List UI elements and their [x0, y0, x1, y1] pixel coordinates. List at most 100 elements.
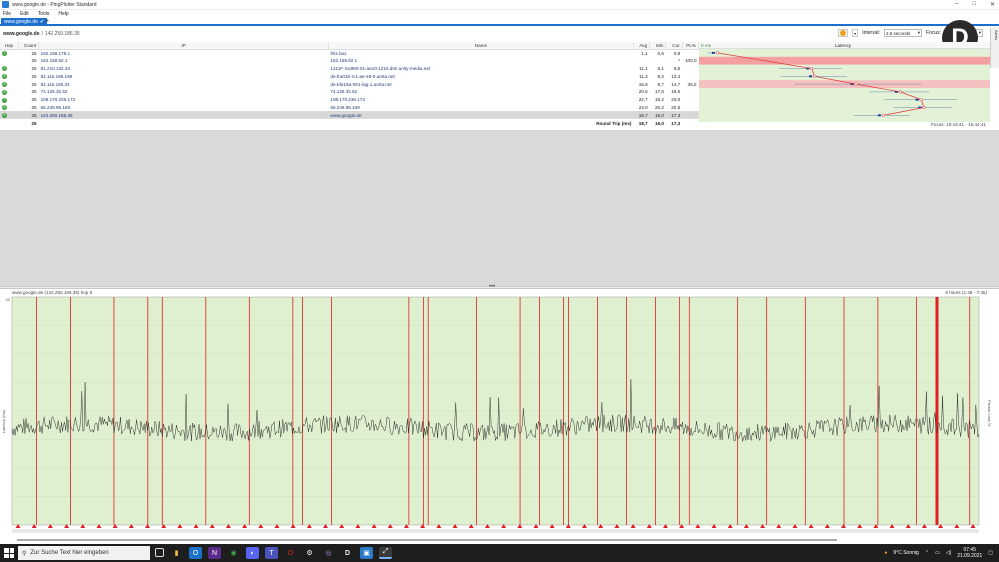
min-cell-text: 19,2: [654, 97, 664, 103]
folder-icon[interactable]: ▮: [170, 547, 183, 559]
cur-cell-text: *: [678, 58, 681, 64]
minimize-button[interactable]: –: [955, 1, 958, 8]
packet-loss-line: [916, 297, 917, 525]
col-hop[interactable]: Hop: [0, 42, 19, 50]
clock-date: 21.09.2021: [957, 553, 983, 559]
col-count[interactable]: Count: [18, 42, 40, 50]
table-row[interactable]: 9 25 142.250.186.35 www.google.de 18,7 16,0 17…: [0, 111, 699, 120]
app-d-icon[interactable]: D: [341, 547, 354, 559]
task-view-icon[interactable]: [155, 548, 164, 557]
packet-loss-line: [688, 297, 690, 525]
count-cell-text: 25: [31, 58, 37, 64]
opera-icon[interactable]: O: [284, 547, 297, 559]
taskbar-search[interactable]: ⚲ Zur Suche Text hier eingeben: [18, 546, 150, 560]
packet-loss-line: [519, 297, 521, 525]
chrome-icon[interactable]: ◉: [227, 547, 240, 559]
pause-button[interactable]: [838, 29, 849, 37]
ip-cell: 142.250.186.35: [38, 111, 329, 120]
cur-cell: 13,4: [666, 72, 682, 80]
table-row[interactable]: 4 25 84.116.196.198 de-fra01b-rc1-ae-45-0.a…: [0, 72, 699, 80]
discord-icon[interactable]: ◐: [246, 547, 259, 559]
menu-tools[interactable]: Tools: [38, 11, 50, 17]
cur-cell: 9,5: [666, 65, 682, 73]
latency-avg-marker: [809, 75, 813, 78]
table-row[interactable]: 7 25 108.170.236.173 108.170.236.173 22,7 19,…: [0, 96, 699, 104]
col-avg[interactable]: Avg: [633, 42, 651, 50]
pingplotter-app-icon: [2, 1, 9, 8]
interval-select[interactable]: 2.5 seconds ▾: [883, 29, 922, 37]
clock[interactable]: 07:45 21.09.2021: [957, 547, 982, 559]
col-name[interactable]: Name: [328, 42, 634, 50]
ip-cell-text: 84.116.196.198: [40, 73, 73, 79]
close-button[interactable]: ✕: [990, 1, 995, 8]
pingplotter-taskbar-icon[interactable]: ⤢: [379, 547, 392, 559]
volume-icon[interactable]: ◁): [946, 550, 952, 556]
maximize-button[interactable]: □: [972, 1, 976, 8]
tray-chevron-icon[interactable]: ⌃: [925, 550, 929, 556]
latency-header: 0 ms Latency: [699, 42, 990, 49]
count-cell-text: 25: [31, 104, 37, 110]
tab-close-icon[interactable]: ✔: [40, 19, 44, 25]
cur-cell: 14,7: [666, 80, 682, 88]
table-header-row: Hop Count IP Name Avg Min Cur PL%: [0, 42, 700, 50]
settings-gear-icon[interactable]: ⚙: [303, 547, 316, 559]
latency-col-label[interactable]: Latency: [835, 43, 851, 48]
latency-min-label: 0 ms: [701, 43, 711, 48]
table-row[interactable]: 3 25 81.210.132.34 1211F-mx960-01-ae10-1215…: [0, 65, 699, 73]
app-circle-icon[interactable]: ◎: [322, 547, 335, 559]
cur-cell-text: 20,5: [671, 104, 681, 110]
table-row[interactable]: 5 25 84.116.190.34 de-bfe18a-rt01-lag-1.aor…: [0, 80, 699, 88]
col-min[interactable]: Min: [649, 42, 667, 50]
min-cell: 17,6: [650, 88, 666, 96]
avg-cell: 11,4: [633, 72, 649, 80]
menu-edit[interactable]: Edit: [20, 11, 29, 17]
hop-cell: [0, 57, 18, 65]
weather-sun-icon[interactable]: ●: [884, 550, 887, 556]
rt-cur: 17,3: [671, 120, 681, 126]
network-icon[interactable]: ▭: [935, 550, 940, 556]
cur-cell: 0,9: [666, 49, 682, 57]
windows-start-icon[interactable]: [4, 548, 14, 558]
avg-cell: 11,1: [633, 65, 649, 73]
pl-cell: 36,0: [682, 80, 698, 88]
col-ip[interactable]: IP: [38, 42, 329, 50]
tab-target[interactable]: www.google.de ✔: [1, 18, 48, 26]
name-cell-text: 108.170.236.173: [330, 97, 365, 103]
col-cur[interactable]: Cur: [665, 42, 683, 50]
panel-splitter[interactable]: •••: [0, 284, 999, 290]
onenote-icon[interactable]: N: [208, 547, 221, 559]
table-row[interactable]: 1 25 192.168.178.1 fritz.box 1,1 0,5 0,9: [0, 49, 699, 57]
timeline-graph[interactable]: 40: [0, 294, 999, 544]
min-cell: 20,2: [650, 104, 666, 112]
pl-cell: [682, 104, 698, 112]
min-cell-text: 17,6: [654, 89, 664, 95]
pl-cell: [682, 88, 698, 96]
teams-icon[interactable]: T: [265, 547, 278, 559]
notifications-icon[interactable]: ▢: [988, 550, 993, 556]
pause-dropdown-button[interactable]: ▾: [852, 29, 859, 37]
table-row[interactable]: 25 162.158.82.1 162.158.82.1 * 100,0: [0, 57, 699, 65]
avg-cell: 23,0: [633, 104, 649, 112]
taskbar: ⚲ Zur Suche Text hier eingeben ▮ O N ◉ ◐…: [0, 544, 999, 562]
menu-file[interactable]: File: [3, 11, 11, 17]
weather-text[interactable]: 9°C Sonnig: [893, 550, 918, 556]
table-row[interactable]: 6 25 74.125.32.52 74.125.32.52 20,5 17,6 19,6: [0, 88, 699, 96]
splitter-grip-icon[interactable]: •••: [489, 284, 495, 290]
outlook-icon[interactable]: O: [189, 547, 202, 559]
app-window-icon[interactable]: ▣: [360, 547, 373, 559]
col-pl[interactable]: PL%: [682, 42, 700, 50]
name-cell: 74.125.32.52: [328, 88, 633, 96]
min-cell: [650, 57, 666, 65]
avg-cell: 15,8: [633, 80, 649, 88]
side-tab-alerts[interactable]: Alerts: [990, 28, 999, 68]
min-cell: 16,0: [649, 111, 666, 120]
count-cell: 25: [18, 111, 39, 120]
add-tab-button[interactable]: +: [45, 18, 49, 26]
rt-ip: [39, 119, 329, 127]
packet-loss-line: [935, 297, 939, 525]
table-row[interactable]: 8 25 66.249.95.169 66.249.95.169 23,0 20,2 20,…: [0, 104, 699, 112]
packet-loss-line: [36, 297, 37, 525]
tab-label: www.google.de: [4, 19, 38, 25]
menu-help[interactable]: Help: [58, 11, 68, 17]
packet-loss-line: [804, 297, 806, 525]
